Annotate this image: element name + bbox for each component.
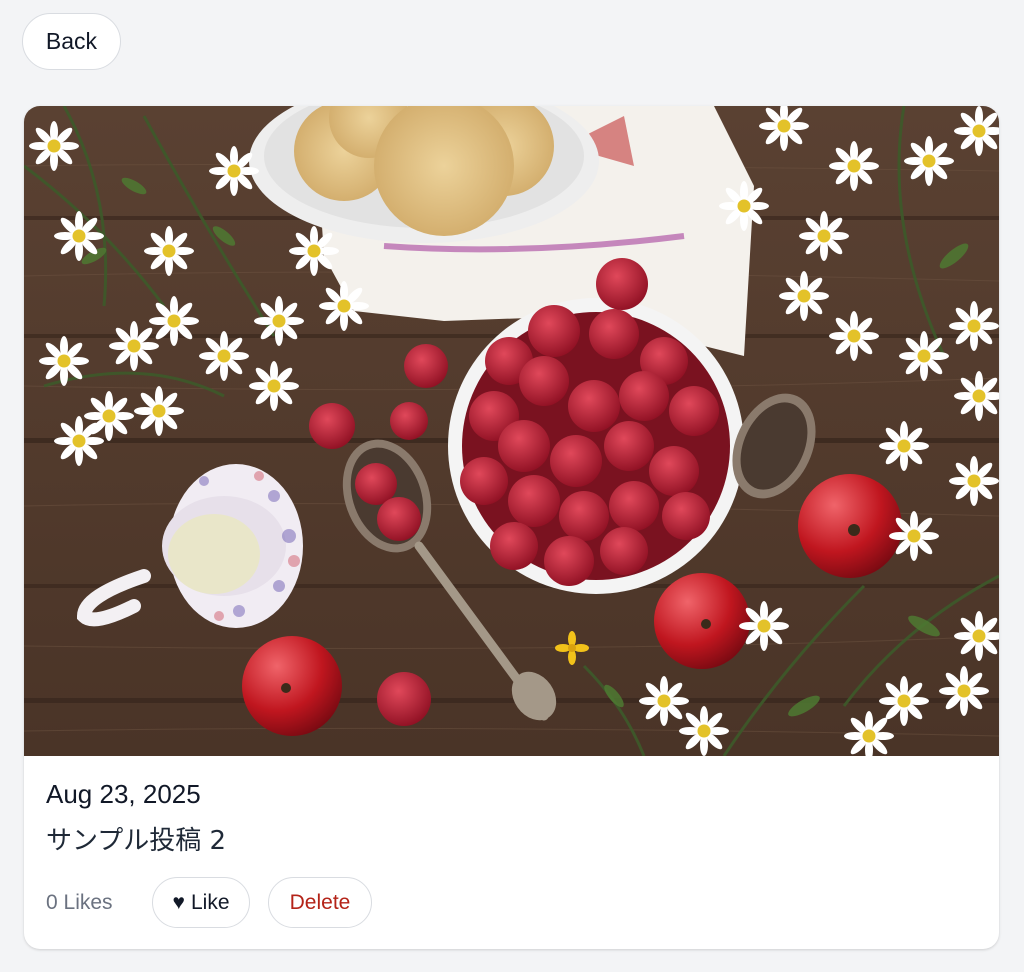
like-button-label: Like [190,890,230,914]
post-card: Aug 23, 2025 サンプル投稿 2 0 Likes ♥ Like Del… [24,106,999,949]
likes-count: 0 Likes [46,891,113,914]
delete-button[interactable]: Delete [268,877,372,928]
post-title: サンプル投稿 2 [46,826,227,856]
post-date: Aug 23, 2025 [46,779,201,809]
heart-icon: ♥ [172,890,185,914]
back-button[interactable]: Back [22,13,121,70]
post-photo [24,106,999,756]
like-button[interactable]: ♥ Like [152,877,250,928]
